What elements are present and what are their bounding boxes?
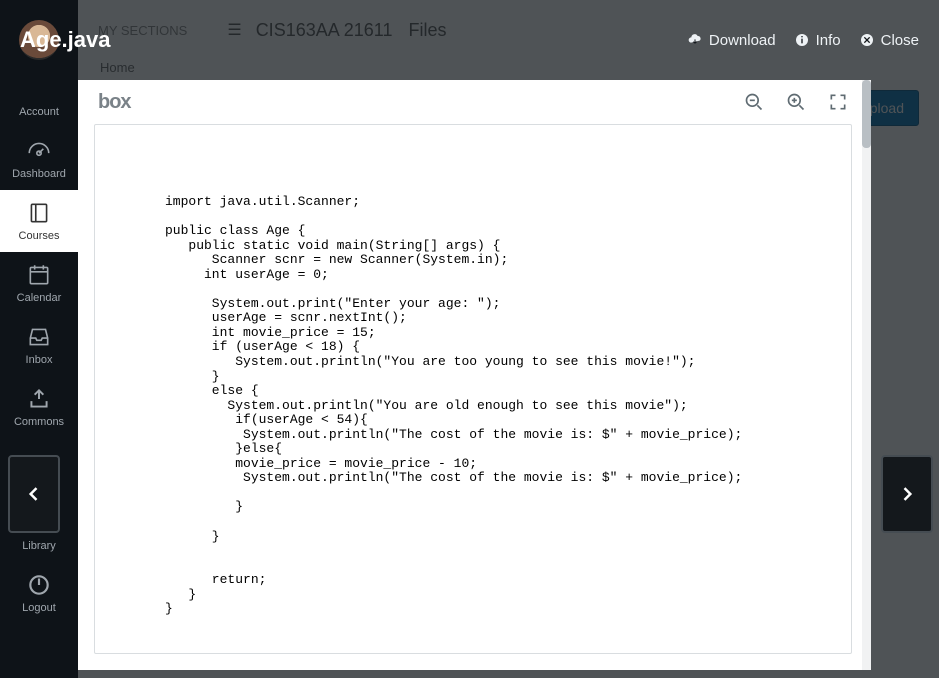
close-button[interactable]: Close (859, 32, 919, 49)
nav-dashboard[interactable]: Dashboard (0, 128, 78, 190)
zoom-out-button[interactable] (744, 92, 764, 112)
share-icon (26, 386, 52, 412)
fullscreen-button[interactable] (828, 92, 848, 112)
nav-courses[interactable]: Courses (0, 190, 78, 252)
info-icon (794, 32, 810, 48)
nav-commons[interactable]: Commons (0, 376, 78, 438)
zoom-in-button[interactable] (786, 92, 806, 112)
code-content: import java.util.Scanner; public class A… (165, 195, 831, 617)
download-button[interactable]: Download (687, 32, 776, 49)
nav-calendar[interactable]: Calendar (0, 252, 78, 314)
modal-toolbar: Age.java Download Info Close (0, 0, 939, 80)
preview-toolbar: box (78, 80, 868, 124)
box-logo: box (98, 91, 131, 114)
preview-scrollbar[interactable] (862, 80, 871, 670)
close-icon (859, 32, 875, 48)
info-button[interactable]: Info (794, 32, 841, 49)
global-nav: Account Dashboard Courses Calendar Inbox… (0, 0, 78, 678)
nav-inbox[interactable]: Inbox (0, 314, 78, 376)
nav-logout[interactable]: Logout (0, 562, 78, 624)
scroll-thumb[interactable] (862, 80, 871, 148)
inbox-icon (26, 324, 52, 350)
prev-file-button[interactable] (8, 455, 60, 533)
gauge-icon (26, 138, 52, 164)
cloud-download-icon (687, 32, 703, 48)
file-title: Age.java (20, 27, 111, 53)
document-page: import java.util.Scanner; public class A… (94, 124, 852, 654)
file-preview-panel: box import java.util.Scanner; public cla… (78, 80, 868, 670)
book-icon (26, 200, 52, 226)
calendar-icon (26, 262, 52, 288)
next-file-button[interactable] (881, 455, 933, 533)
logout-icon (26, 572, 52, 598)
